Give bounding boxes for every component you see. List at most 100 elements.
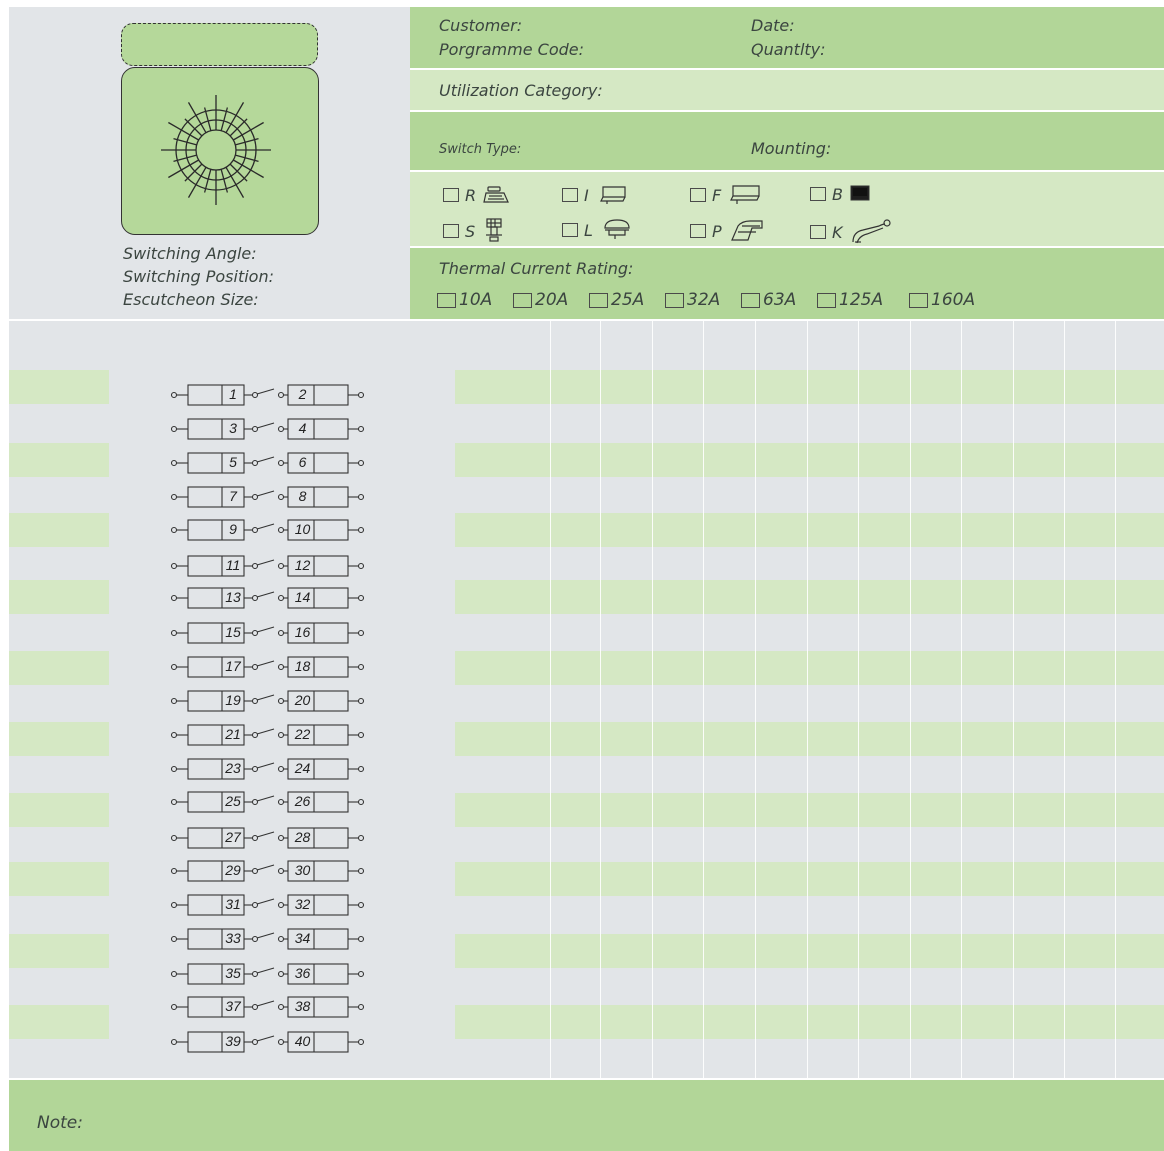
row-stripe-left <box>9 651 109 685</box>
checkbox[interactable] <box>817 292 836 308</box>
terminal-number-left: 29 <box>225 862 241 878</box>
row-stripe-right <box>455 513 1164 547</box>
contact-pair: 35 36 <box>170 963 370 985</box>
contact-pair: 37 38 <box>170 996 370 1018</box>
thermal-current-label: Thermal Current Rating: <box>439 259 634 278</box>
contact-pair-wiring <box>170 452 365 474</box>
terminal-number-left: 31 <box>225 896 241 912</box>
row-stripe-left <box>9 580 109 614</box>
knob-outline-dashed <box>121 23 318 66</box>
mount-option-k[interactable]: K <box>810 218 893 246</box>
mount-f-icon <box>730 185 760 204</box>
terminal-number-right: 24 <box>294 760 311 776</box>
mount-option-b[interactable]: B <box>810 184 873 204</box>
checkbox[interactable] <box>810 225 826 239</box>
contact-pair: 39 40 <box>170 1031 370 1053</box>
grid-line <box>1013 321 1014 1078</box>
checkbox[interactable] <box>562 223 578 237</box>
contact-pair-wiring <box>170 486 365 508</box>
terminal-number-left: 13 <box>225 589 241 605</box>
contact-pair: 56 <box>170 452 370 474</box>
terminal-number-right: 38 <box>294 998 311 1014</box>
rating-label: 10A <box>459 290 493 310</box>
mount-option-r[interactable]: R <box>443 184 510 206</box>
terminal-number-left: 17 <box>225 658 241 674</box>
rating-10a[interactable]: 10A <box>437 290 492 310</box>
terminal-number-right: 16 <box>294 624 311 640</box>
rating-20a[interactable]: 20A <box>513 290 568 310</box>
mount-option-l[interactable]: L <box>562 218 633 242</box>
rating-25a[interactable]: 25A <box>589 290 644 310</box>
row-stripe-left <box>9 443 109 477</box>
terminal-number-left: 9 <box>229 521 237 537</box>
mounting-label: Mounting: <box>751 139 832 158</box>
mounting-options-band <box>410 172 1164 246</box>
rating-32a[interactable]: 32A <box>665 290 720 310</box>
checkbox[interactable] <box>690 224 706 238</box>
rating-label: 20A <box>535 290 569 310</box>
terminal-number-right: 8 <box>298 488 307 504</box>
row-stripe-right <box>455 1005 1164 1039</box>
contact-pair-wiring <box>170 656 365 678</box>
utilization-category-label: Utilization Category: <box>439 81 603 100</box>
contact-pair: 33 34 <box>170 928 370 950</box>
contact-pair-wiring <box>170 418 365 440</box>
mount-option-i[interactable]: I <box>562 184 629 206</box>
contact-pair: 19 20 <box>170 690 370 712</box>
checkbox[interactable] <box>443 188 459 202</box>
terminal-number-right: 28 <box>294 829 311 845</box>
mount-code: S <box>465 221 476 241</box>
row-stripe-right <box>455 443 1164 477</box>
terminal-number-right: 34 <box>294 930 311 946</box>
terminal-number-right: 4 <box>298 420 307 436</box>
terminal-number-left: 11 <box>225 557 241 573</box>
terminal-number-right: 6 <box>298 454 307 470</box>
rating-125a[interactable]: 125A <box>817 290 883 310</box>
terminal-number-right: 40 <box>294 1033 311 1049</box>
grid-line <box>600 321 601 1078</box>
mount-option-s[interactable]: S <box>443 218 509 244</box>
terminal-number-right: 36 <box>294 965 311 981</box>
mount-option-p[interactable]: P <box>690 218 766 244</box>
terminal-number-left: 7 <box>229 488 237 504</box>
row-stripe-right <box>455 722 1164 756</box>
checkbox[interactable] <box>589 292 608 308</box>
terminal-number-left: 1 <box>229 386 237 402</box>
rating-label: 125A <box>839 290 884 310</box>
terminal-number-left: 25 <box>225 793 241 809</box>
checkbox[interactable] <box>562 188 578 202</box>
checkbox[interactable] <box>443 224 459 238</box>
escutcheon-size-label: Escutcheon Size: <box>123 290 259 309</box>
contact-pair: 11 12 <box>170 555 370 577</box>
mount-option-f[interactable]: F <box>690 184 763 206</box>
checkbox[interactable] <box>741 292 760 308</box>
switching-position-label: Switching Position: <box>123 267 274 286</box>
grid-line <box>652 321 653 1078</box>
checkbox[interactable] <box>909 292 928 308</box>
checkbox[interactable] <box>690 188 706 202</box>
terminal-number-right: 20 <box>294 692 311 708</box>
terminal-number-left: 27 <box>225 829 241 845</box>
switching-angle-label: Switching Angle: <box>123 244 257 263</box>
checkbox[interactable] <box>810 187 826 201</box>
row-stripe-right <box>455 934 1164 968</box>
rating-label: 32A <box>687 290 721 310</box>
checkbox[interactable] <box>437 292 456 308</box>
contact-pair-wiring <box>170 555 365 577</box>
checkbox[interactable] <box>665 292 684 308</box>
mount-k-icon <box>851 219 891 244</box>
terminal-number-left: 19 <box>225 692 241 708</box>
contact-pair-wiring <box>170 827 365 849</box>
terminal-number-left: 5 <box>229 454 237 470</box>
quantity-label: Quantlty: <box>751 40 826 59</box>
checkbox[interactable] <box>513 292 532 308</box>
contact-pair-wiring <box>170 587 365 609</box>
mount-code: F <box>712 185 722 205</box>
contact-pair: 25 26 <box>170 791 370 813</box>
terminal-number-left: 3 <box>229 420 237 436</box>
rating-63a[interactable]: 63A <box>741 290 796 310</box>
row-stripe-right <box>455 862 1164 896</box>
rating-160a[interactable]: 160A <box>909 290 975 310</box>
terminal-number-right: 14 <box>294 589 311 605</box>
note-label: Note: <box>37 1113 83 1133</box>
